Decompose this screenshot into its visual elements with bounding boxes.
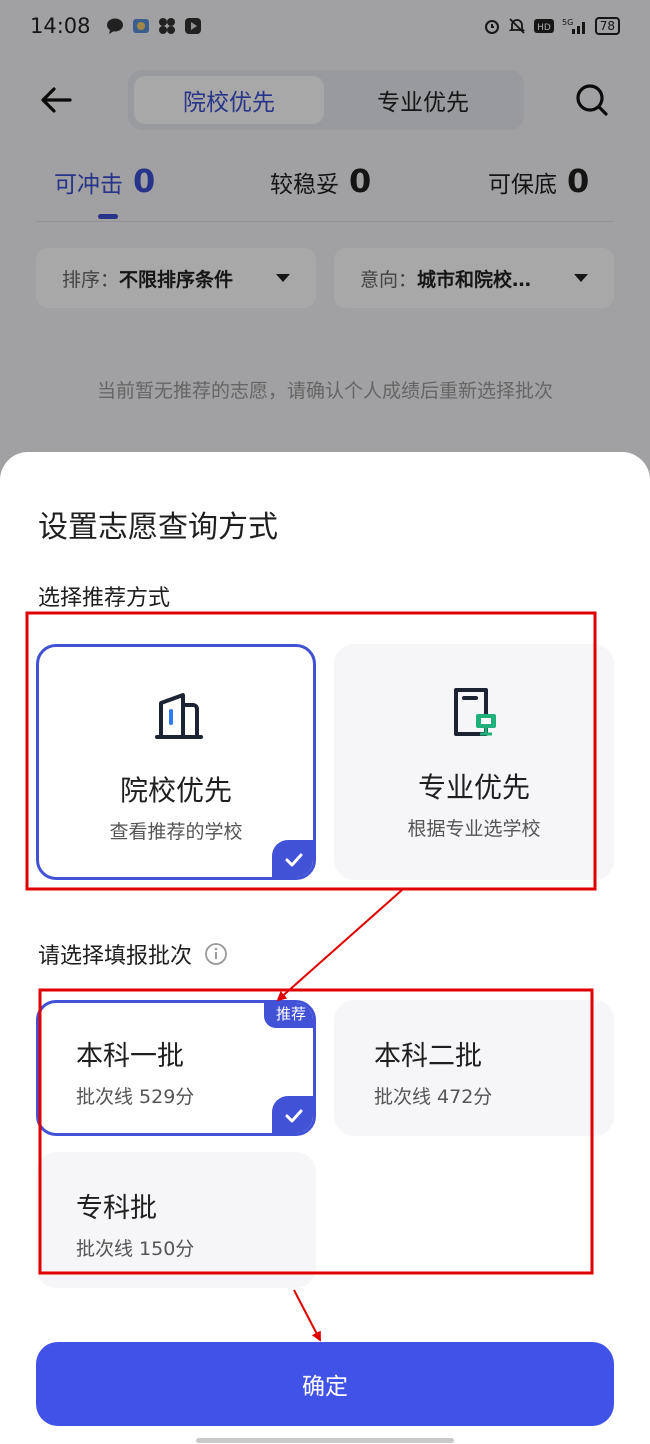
checkmark-icon [285,1109,303,1123]
batch-title: 专科批 [76,1193,157,1224]
method-card-major-first[interactable]: 专业优先 根据专业选学校 [334,644,614,880]
home-indicator [196,1438,454,1443]
method-subtitle: 根据专业选学校 [407,818,541,840]
checkmark-icon [285,853,303,867]
method-title: 院校优先 [119,774,232,807]
building-icon [155,693,203,739]
confirm-button[interactable]: 确定 [36,1342,614,1426]
batch-card-undergrad-first[interactable]: 推荐 本科一批 批次线 529分 [36,1000,316,1136]
info-icon[interactable] [204,942,228,966]
batch-section-label: 请选择填报批次 [38,938,228,970]
batch-card-undergrad-second[interactable]: 本科二批 批次线 472分 [334,1000,614,1136]
batch-cutoff: 批次线 529分 [76,1086,195,1108]
book-monitor-icon [454,688,496,736]
batch-section-text: 请选择填报批次 [38,944,193,969]
method-card-school-first[interactable]: 院校优先 查看推荐的学校 [36,644,316,880]
batch-card-junior-college[interactable]: 专科批 批次线 150分 [36,1152,316,1288]
query-method-sheet: 设置志愿查询方式 选择推荐方式 院校优先 查看推荐的学校 专业优先 根据专业选学… [0,452,650,1444]
selected-check-badge [272,1096,313,1133]
batch-cutoff: 批次线 472分 [374,1086,493,1108]
method-subtitle: 查看推荐的学校 [109,821,243,843]
method-title: 专业优先 [417,771,530,804]
method-section-text: 选择推荐方式 [38,586,171,611]
selected-check-badge [272,840,313,877]
sheet-title: 设置志愿查询方式 [38,510,278,545]
method-section-label: 选择推荐方式 [38,580,170,612]
batch-title: 本科二批 [374,1041,482,1072]
batch-title: 本科一批 [76,1041,184,1072]
batch-cutoff: 批次线 150分 [76,1238,195,1260]
recommended-badge: 推荐 [263,1003,313,1028]
